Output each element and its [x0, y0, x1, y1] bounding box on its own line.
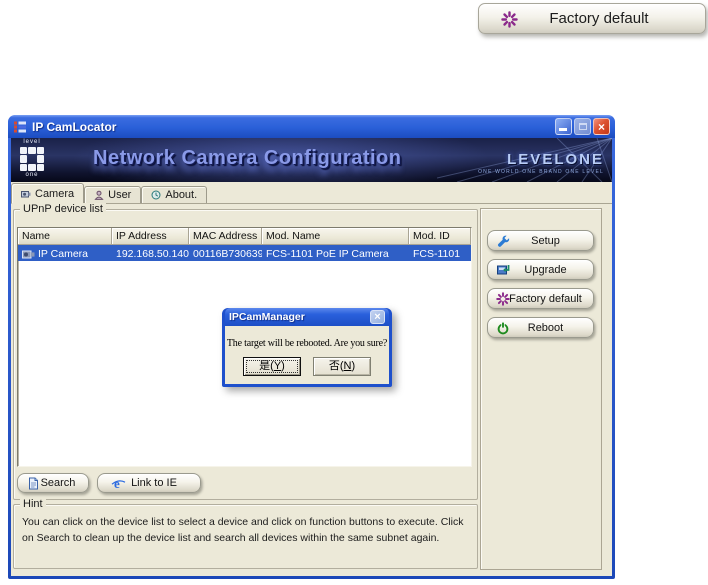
tab-label: Camera	[35, 187, 75, 200]
column-header-name[interactable]: Name	[18, 228, 112, 245]
hint-label: Hint	[20, 498, 46, 511]
level-one-logo: level one	[15, 139, 49, 181]
ip-camlocator-window: IP CamLocator × level one Network Camera…	[8, 115, 615, 579]
factory-default-icon	[501, 11, 518, 33]
column-header-mod-id[interactable]: Mod. ID	[409, 228, 471, 245]
maximize-button[interactable]	[574, 118, 591, 135]
svg-text:e: e	[114, 476, 120, 491]
no-button[interactable]: 否(N)	[313, 357, 371, 376]
dialog-message: The target will be rebooted. Are you sur…	[226, 338, 388, 349]
banner: level one Network Camera Configuration L…	[11, 138, 612, 182]
wrench-icon	[496, 234, 510, 248]
tab-camera[interactable]: Camera	[11, 183, 85, 204]
minimize-button[interactable]	[555, 118, 572, 135]
device-mod-id: FCS-1101	[413, 248, 461, 260]
app-icon	[13, 120, 27, 134]
factory-default-icon	[496, 292, 510, 306]
tab-user[interactable]: User	[84, 186, 142, 203]
group-label: UPnP device list	[20, 203, 106, 216]
dialog-title: IPCamManager	[229, 311, 305, 323]
link-to-ie-button[interactable]: e Link to IE	[97, 473, 201, 493]
column-header-mac[interactable]: MAC Address	[189, 228, 262, 245]
tab-about[interactable]: About.	[141, 186, 208, 203]
dialog-body: The target will be rebooted. Are you sur…	[225, 326, 389, 384]
ie-icon: e	[111, 476, 126, 491]
logo-grid-icon	[20, 147, 44, 171]
device-name: IP Camera	[38, 248, 88, 260]
factory-default-button[interactable]: Factory default	[487, 288, 594, 309]
device-row-selected[interactable]: IP Camera 192.168.50.140 00116B730639 FC…	[18, 245, 471, 261]
column-header-ip[interactable]: IP Address	[112, 228, 189, 245]
search-icon	[27, 477, 39, 490]
dialog-titlebar[interactable]: IPCamManager ×	[225, 308, 389, 326]
brand-tagline: ONE WORLD ONE BRAND ONE LEVEL	[478, 169, 604, 175]
tabstrip: Camera User About.	[11, 182, 612, 204]
device-ip: 192.168.50.140	[116, 248, 189, 260]
device-mod-name: FCS-1101 PoE IP Camera	[266, 248, 389, 260]
reboot-button[interactable]: Reboot	[487, 317, 594, 338]
search-button[interactable]: Search	[17, 473, 89, 493]
tab-label: User	[108, 189, 132, 201]
tab-label: About.	[165, 189, 198, 201]
close-button[interactable]: ×	[593, 118, 610, 135]
device-list-header: Name IP Address MAC Address Mod. Name Mo…	[18, 228, 471, 245]
user-icon	[94, 190, 104, 200]
setup-button[interactable]: Setup	[487, 230, 594, 251]
camera-icon	[21, 189, 31, 199]
column-header-mod-name[interactable]: Mod. Name	[262, 228, 409, 245]
window-titlebar[interactable]: IP CamLocator ×	[8, 115, 615, 138]
window-client-area: level one Network Camera Configuration L…	[11, 138, 612, 576]
ipcammanager-dialog: IPCamManager × The target will be reboot…	[222, 308, 392, 387]
camera-device-icon	[22, 249, 35, 260]
upgrade-button[interactable]: Upgrade	[487, 259, 594, 280]
yes-button[interactable]: 是(Y)	[243, 357, 301, 376]
brand-wordmark: LEVELONE	[507, 151, 604, 168]
device-mac: 00116B730639	[193, 248, 262, 260]
banner-heading: Network Camera Configuration	[93, 147, 402, 169]
dialog-close-icon[interactable]: ×	[370, 310, 385, 324]
logo-word-bottom: one	[25, 172, 39, 178]
logo-word-top: level	[23, 139, 41, 145]
hint-group: Hint You can click on the device list to…	[13, 498, 478, 569]
about-clock-icon	[151, 190, 161, 200]
floating-factory-default-button[interactable]: Factory default	[478, 3, 706, 34]
hint-text: You can click on the device list to sele…	[22, 516, 464, 544]
power-icon	[496, 321, 510, 335]
window-title: IP CamLocator	[32, 119, 117, 134]
upgrade-icon	[496, 263, 510, 277]
